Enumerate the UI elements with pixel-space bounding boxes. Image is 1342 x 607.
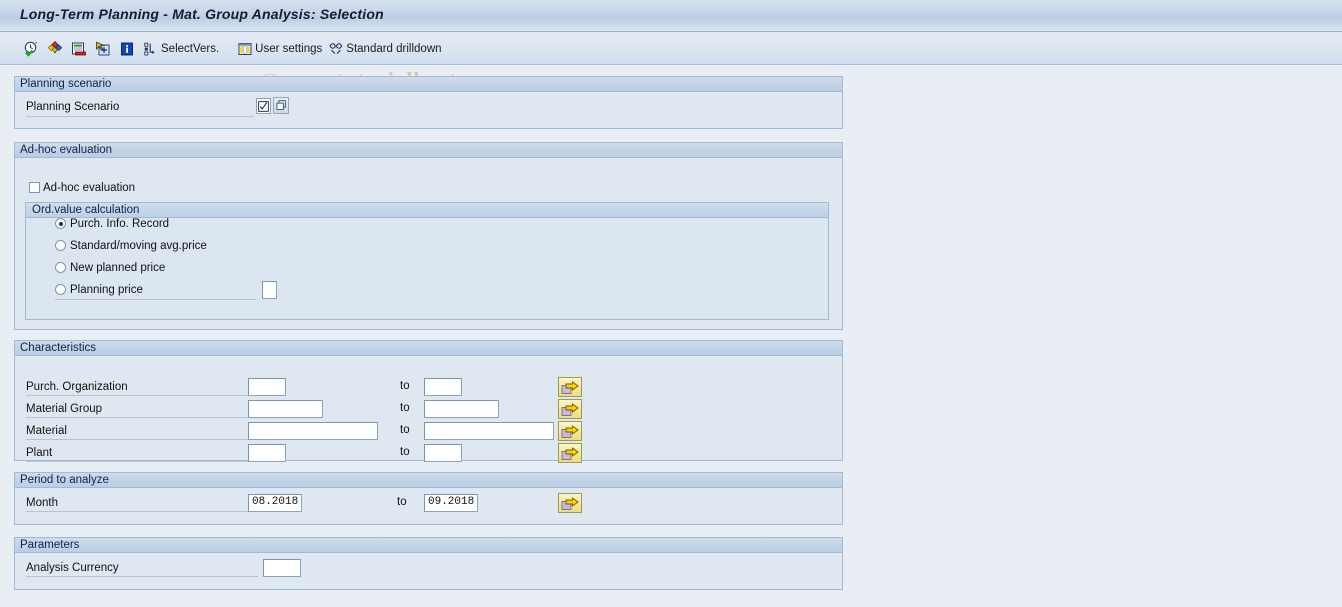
planning-scenario-multiple-selection-button[interactable] [273, 97, 289, 114]
purch-organization-label: Purch. Organization [26, 381, 128, 393]
plant-to-label: to [400, 446, 410, 458]
group-characteristics-body: Purch. Organization to Material Group to [15, 356, 842, 463]
select-versions-button-label: SelectVers. [161, 42, 220, 55]
save-as-variant-button[interactable] [68, 38, 92, 60]
standard-drilldown-icon [328, 41, 344, 57]
subgroup-order-value-calculation-body: Purch. Info. Record Standard/moving avg.… [26, 218, 828, 319]
group-adhoc-evaluation-body: Ad-hoc evaluation Ord.value calculation … [15, 158, 842, 329]
planning-price-input[interactable] [262, 281, 277, 299]
multiple-selection-arrow-icon [561, 496, 579, 510]
radio-new-planned-price-label: New planned price [70, 262, 166, 274]
information-icon [119, 41, 135, 57]
group-period-to-analyze-body: Month 08.2018 to 09.2018 [15, 488, 842, 524]
material-label-rule [26, 439, 258, 440]
purch-organization-from-input[interactable] [248, 378, 286, 396]
user-settings-button-label: User settings [255, 42, 323, 55]
radio-standard-moving-avg-price-label: Standard/moving avg.price [70, 240, 207, 252]
group-planning-scenario-header: Planning scenario [15, 77, 842, 92]
material-group-multiple-selection-button[interactable] [558, 399, 582, 419]
radio-standard-moving-avg-price[interactable] [55, 240, 66, 251]
information-button[interactable] [116, 38, 140, 60]
radio-planning-price[interactable] [55, 284, 66, 295]
material-from-input[interactable] [248, 422, 378, 440]
material-group-to-input[interactable] [424, 400, 499, 418]
month-from-input[interactable]: 08.2018 [248, 494, 302, 512]
user-settings-button[interactable]: User settings [234, 38, 325, 60]
variants-diamonds-icon [47, 40, 63, 57]
adhoc-evaluation-checkbox-label: Ad-hoc evaluation [43, 182, 136, 194]
material-group-from-input[interactable] [248, 400, 323, 418]
radio-new-planned-price[interactable] [55, 262, 66, 273]
execute-button[interactable] [20, 38, 44, 60]
radio-purch-info-record-label: Purch. Info. Record [70, 218, 170, 230]
purch-organization-to-label: to [400, 380, 410, 392]
window-title-bar: Long-Term Planning - Mat. Group Analysis… [0, 0, 1342, 32]
material-label: Material [26, 425, 67, 437]
execute-clock-check-icon [23, 41, 39, 57]
purch-organization-label-rule [26, 395, 258, 396]
material-group-label-rule [26, 417, 258, 418]
page-title: Long-Term Planning - Mat. Group Analysis… [20, 6, 384, 22]
select-versions-icon [143, 41, 159, 57]
subgroup-order-value-calculation-header: Ord.value calculation [26, 203, 828, 218]
group-characteristics-header: Characteristics [15, 341, 842, 356]
adhoc-evaluation-checkbox[interactable] [29, 182, 40, 193]
planning-scenario-label-rule [26, 116, 254, 117]
group-adhoc-evaluation: Ad-hoc evaluation Ad-hoc evaluation Ord.… [14, 142, 843, 330]
plant-to-input[interactable] [424, 444, 462, 462]
material-group-to-label: to [400, 402, 410, 414]
month-label-rule [26, 511, 258, 512]
month-to-label: to [397, 496, 407, 508]
analysis-currency-label: Analysis Currency [26, 562, 119, 574]
material-to-label: to [400, 424, 410, 436]
analysis-currency-label-rule [26, 576, 258, 577]
multiple-selection-arrow-icon [561, 446, 579, 460]
multiple-selection-arrow-icon [561, 380, 579, 394]
group-adhoc-evaluation-header: Ad-hoc evaluation [15, 143, 842, 158]
select-versions-button[interactable]: SelectVers. [140, 38, 222, 60]
checkbox-check-icon [258, 100, 269, 112]
purch-organization-to-input[interactable] [424, 378, 462, 396]
get-variant-button[interactable] [44, 38, 68, 60]
group-period-to-analyze: Period to analyze Month 08.2018 to 09.20… [14, 472, 843, 525]
application-toolbar: SelectVers. User settings Standard drill… [0, 32, 1342, 93]
copy-multiple-icon [276, 100, 286, 110]
group-parameters: Parameters Analysis Currency [14, 537, 843, 590]
standard-drilldown-button-label: Standard drilldown [346, 42, 442, 55]
plant-from-input[interactable] [248, 444, 286, 462]
analysis-currency-input[interactable] [263, 559, 301, 577]
group-planning-scenario-body: Planning Scenario [15, 92, 842, 128]
multiple-selection-arrow-icon [561, 424, 579, 438]
radio-planning-price-label: Planning price [70, 284, 143, 296]
save-export-icon [71, 41, 87, 57]
material-to-input[interactable] [424, 422, 554, 440]
planning-price-label-rule [55, 299, 256, 300]
create-new-button[interactable] [92, 38, 116, 60]
sap-selection-screen: Long-Term Planning - Mat. Group Analysis… [0, 0, 1342, 607]
user-settings-icon [237, 41, 253, 57]
planning-scenario-label: Planning Scenario [26, 101, 120, 113]
month-label: Month [26, 497, 58, 509]
plant-label: Plant [26, 447, 53, 459]
group-planning-scenario: Planning scenario Planning Scenario [14, 76, 843, 129]
purch-organization-multiple-selection-button[interactable] [558, 377, 582, 397]
group-period-to-analyze-header: Period to analyze [15, 473, 842, 488]
material-multiple-selection-button[interactable] [558, 421, 582, 441]
group-parameters-header: Parameters [15, 538, 842, 553]
planning-scenario-value-help-button[interactable] [256, 98, 271, 114]
radio-purch-info-record[interactable] [55, 218, 66, 229]
group-parameters-body: Analysis Currency [15, 553, 842, 589]
material-group-label: Material Group [26, 403, 103, 415]
plant-multiple-selection-button[interactable] [558, 443, 582, 463]
subgroup-order-value-calculation: Ord.value calculation Purch. Info. Recor… [25, 202, 829, 320]
create-new-icon [95, 40, 111, 57]
month-to-input[interactable]: 09.2018 [424, 494, 478, 512]
multiple-selection-arrow-icon [561, 402, 579, 416]
standard-drilldown-button[interactable]: Standard drilldown [325, 38, 444, 60]
plant-label-rule [26, 461, 258, 462]
group-characteristics: Characteristics Purch. Organization to M… [14, 340, 843, 463]
month-multiple-selection-button[interactable] [558, 493, 582, 513]
